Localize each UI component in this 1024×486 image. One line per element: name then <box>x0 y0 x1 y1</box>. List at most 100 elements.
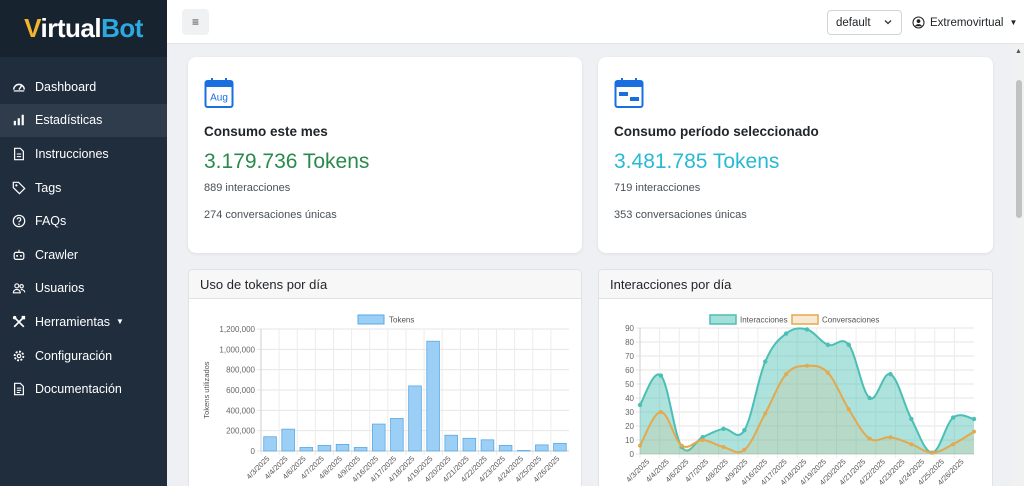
sidebar-item-label: Documentación <box>35 382 122 397</box>
y-tick-label: 400,000 <box>226 406 255 415</box>
y-tick-label: 40 <box>625 394 634 403</box>
point-interacciones <box>783 331 789 336</box>
sidebar: VirtualBot Dashboard Estadísticas Instru… <box>0 0 167 486</box>
y-tick-label: 70 <box>625 352 634 361</box>
bar-tokens <box>553 442 567 452</box>
sidebar-item-label: Usuarios <box>35 281 85 296</box>
bar-tokens <box>335 443 350 452</box>
point-conversaciones <box>951 442 956 447</box>
interactions-area-chart: Interacciones Conversaciones 0 10 20 30 40 50 60… <box>624 314 977 486</box>
bar-tokens <box>535 444 549 452</box>
workspace-select-value: default <box>836 16 871 29</box>
point-interacciones <box>909 416 914 422</box>
point-interacciones <box>825 342 831 347</box>
legend-label-conversaciones: Conversaciones <box>822 316 879 325</box>
bar-chart-icon <box>13 115 24 126</box>
sidebar-item-label: Estadísticas <box>35 113 103 128</box>
point-interacciones <box>742 428 747 433</box>
y-tick-label: 10 <box>625 436 634 445</box>
sidebar-item-tags[interactable]: Tags <box>0 171 167 205</box>
sidebar-item-label: Tags <box>35 180 62 195</box>
sidebar-item-configuracion[interactable]: Configuración <box>0 339 167 373</box>
bar-tokens <box>372 423 386 452</box>
workspace-select[interactable]: default <box>827 10 902 35</box>
chart-title: Interacciones por día <box>599 270 992 299</box>
scroll-up-icon[interactable]: ▲ <box>1015 48 1022 55</box>
sidebar-nav: Dashboard Estadísticas Instrucciones Tag… <box>0 70 167 406</box>
point-conversaciones <box>930 450 935 455</box>
legend-label-interacciones: Interacciones <box>740 316 788 325</box>
legend-swatch-conversaciones <box>791 314 819 325</box>
bar-tokens <box>444 434 458 452</box>
stat-card-period: Consumo período seleccionado 3.481.785 T… <box>598 57 993 253</box>
point-conversaciones <box>721 445 726 449</box>
bar-tokens <box>353 447 368 452</box>
point-conversaciones <box>658 410 663 414</box>
point-interacciones <box>888 372 893 377</box>
document-icon <box>14 147 24 161</box>
point-interacciones <box>846 342 851 347</box>
menu-toggle-button[interactable]: ≡ <box>182 9 209 35</box>
bar-tokens <box>263 436 277 452</box>
stat-interactions: 889 interacciones <box>204 182 291 194</box>
y-tick-label: 30 <box>625 408 634 417</box>
robot-icon <box>13 249 25 260</box>
point-interacciones <box>950 415 956 420</box>
point-conversaciones <box>805 363 809 368</box>
stat-title: Consumo este mes <box>204 124 328 139</box>
sidebar-item-estadisticas[interactable]: Estadísticas <box>0 103 167 138</box>
point-interacciones <box>971 416 977 422</box>
point-conversaciones <box>638 443 642 448</box>
stat-card-month: Aug Consumo este mes 3.179.736 Tokens 88… <box>188 57 582 253</box>
y-tick-label: 200,000 <box>226 427 255 436</box>
bar-tokens <box>516 450 531 452</box>
stat-conversations: 353 conversaciones únicas <box>614 209 747 221</box>
calendar-month-label: Aug <box>210 93 228 104</box>
point-interacciones <box>658 373 664 378</box>
interactions-chart-card: Interacciones por día Interacciones Conve… <box>598 269 993 486</box>
scrollbar[interactable]: ▲ <box>1013 44 1024 486</box>
chevron-down-icon <box>884 20 892 25</box>
sidebar-item-label: Dashboard <box>35 79 97 94</box>
sidebar-item-instrucciones[interactable]: Instrucciones <box>0 137 167 171</box>
dashboard-icon <box>13 83 25 92</box>
bar-tokens <box>480 439 495 452</box>
point-conversaciones <box>909 442 914 447</box>
point-conversaciones <box>742 447 747 452</box>
y-tick-label: 20 <box>625 422 634 431</box>
point-interacciones <box>721 426 726 431</box>
point-conversaciones <box>846 407 851 412</box>
sidebar-item-crawler[interactable]: Crawler <box>0 238 167 272</box>
point-conversaciones <box>888 435 893 440</box>
menu-icon: ≡ <box>191 15 199 29</box>
sidebar-item-herramientas[interactable]: Herramientas ▼ <box>0 305 167 339</box>
gear-icon <box>13 350 25 361</box>
bar-tokens <box>390 418 404 452</box>
sidebar-item-dashboard[interactable]: Dashboard <box>0 70 167 104</box>
stat-value: 3.481.785 Tokens <box>614 150 780 173</box>
y-tick-label: 0 <box>630 450 635 459</box>
bar-tokens <box>281 428 295 452</box>
chevron-down-icon: ▼ <box>1009 18 1018 27</box>
sidebar-item-label: Instrucciones <box>35 146 109 161</box>
y-tick-label: 50 <box>625 380 634 389</box>
tokens-bar-chart: Tokens 0 200,000 400,000 600,000 800,000 1,000… <box>202 314 569 484</box>
scrollbar-thumb[interactable] <box>1016 80 1022 218</box>
point-conversaciones <box>784 372 789 377</box>
sidebar-item-usuarios[interactable]: Usuarios <box>0 272 167 306</box>
sidebar-item-documentacion[interactable]: Documentación <box>0 372 167 406</box>
y-tick-label: 60 <box>625 366 634 375</box>
sidebar-item-label: Crawler <box>35 247 79 262</box>
chevron-down-icon: ▼ <box>116 317 124 327</box>
sidebar-item-faqs[interactable]: FAQs <box>0 204 167 238</box>
user-menu[interactable]: Extremovirtual ▼ <box>912 10 1017 35</box>
legend-swatch-tokens <box>357 314 385 325</box>
y-tick-label: 1,200,000 <box>219 325 255 334</box>
tokens-chart-card: Uso de tokens por día Tokens 0 200,000 400,… <box>188 269 582 486</box>
stat-title: Consumo período seleccionado <box>614 124 819 139</box>
brand-logo[interactable]: VirtualBot <box>0 0 167 57</box>
file-text-icon <box>14 382 24 396</box>
y-tick-label: 80 <box>625 338 634 347</box>
point-conversaciones <box>763 411 768 416</box>
point-conversaciones <box>972 429 976 434</box>
